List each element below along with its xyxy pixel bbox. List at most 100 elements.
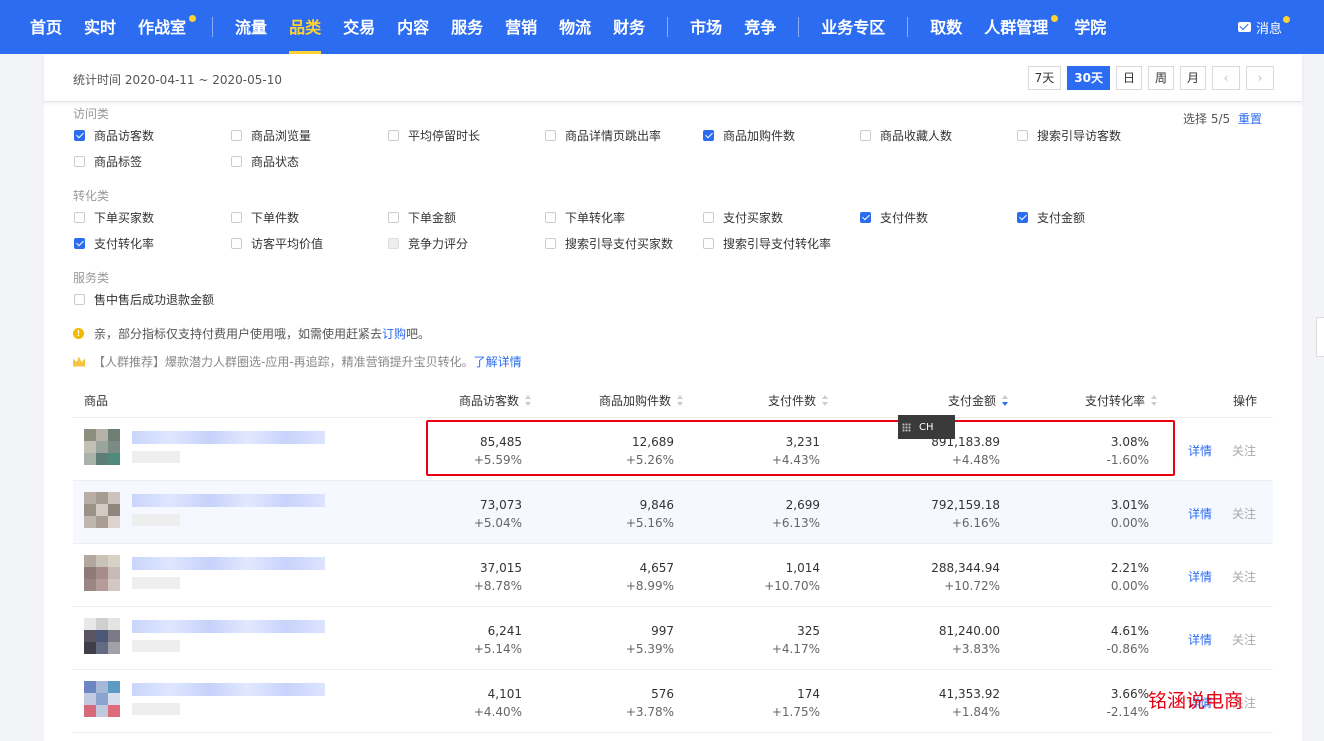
sort-icon[interactable] — [525, 395, 532, 406]
nav-item-label: 人群管理 — [984, 18, 1049, 37]
ime-indicator[interactable]: CH — [898, 415, 955, 439]
metric-checkbox[interactable]: 下单转化率 — [545, 209, 625, 226]
metric-checkbox[interactable]: 商品加购件数 — [703, 127, 795, 144]
date-btn-3[interactable]: 周 — [1147, 66, 1174, 90]
metric-checkbox[interactable]: 支付金额 — [1017, 209, 1085, 226]
metric-checkbox[interactable]: 访客平均价值 — [231, 235, 323, 252]
metric-checkbox[interactable]: 售中售后成功退款金额 — [74, 291, 214, 308]
metric-checkbox[interactable]: 搜索引导支付买家数 — [545, 235, 673, 252]
next-arrow-icon[interactable]: › — [1246, 66, 1274, 90]
metric-checkbox[interactable]: 商品访客数 — [74, 127, 154, 144]
metric-label: 商品状态 — [251, 155, 300, 169]
nav-item-1-5[interactable]: 营销 — [497, 0, 545, 54]
header-pay-items-label: 支付件数 — [768, 394, 817, 408]
date-btn-2[interactable]: 日 — [1115, 66, 1142, 90]
sort-icon[interactable] — [822, 395, 829, 406]
prev-arrow-icon[interactable]: ‹ — [1212, 66, 1240, 90]
metric-checkbox[interactable]: 下单件数 — [231, 209, 299, 226]
cell-pay-amount: 792,159.18 +6.16% — [931, 496, 1000, 532]
table-row: 73,073 +5.04% 9,846 +5.16% 2,699 +6.13% 792,15… — [73, 481, 1273, 544]
nav-item-1-7[interactable]: 财务 — [605, 0, 653, 54]
checkbox-icon — [74, 238, 85, 249]
header-pay-items[interactable]: 支付件数 — [768, 392, 829, 409]
cell-pay-amount: 288,344.94 +10.72% — [931, 559, 1000, 595]
date-btn-1[interactable]: 30天 — [1067, 66, 1110, 90]
detail-link[interactable]: 详情 — [1188, 568, 1212, 585]
product-title-blurred[interactable] — [132, 494, 325, 507]
checkbox-icon — [703, 130, 714, 141]
product-thumbnail[interactable] — [84, 618, 120, 654]
metric-checkbox[interactable]: 下单金额 — [388, 209, 456, 226]
follow-link[interactable]: 关注 — [1232, 631, 1256, 648]
metric-label: 平均停留时长 — [408, 129, 481, 143]
product-title-blurred[interactable] — [132, 683, 325, 696]
sort-icon[interactable] — [1151, 395, 1158, 406]
metric-checkbox[interactable]: 竞争力评分 — [388, 235, 468, 252]
metric-checkbox[interactable]: 商品收藏人数 — [860, 127, 952, 144]
product-thumbnail[interactable] — [84, 492, 120, 528]
metric-checkbox[interactable]: 商品状态 — [231, 153, 299, 170]
product-title-blurred[interactable] — [132, 557, 325, 570]
detail-link[interactable]: 详情 — [1188, 442, 1212, 459]
learn-more-link[interactable]: 了解详情 — [474, 353, 522, 370]
sort-icon[interactable] — [677, 395, 684, 406]
metric-checkbox[interactable]: 搜索引导支付转化率 — [703, 235, 831, 252]
nav-item-1-1[interactable]: 品类 — [281, 0, 329, 54]
notification-dot — [1051, 15, 1059, 22]
product-title-blurred[interactable] — [132, 620, 325, 633]
nav-item-0-0[interactable]: 首页 — [22, 0, 70, 54]
header-pay-rate[interactable]: 支付转化率 — [1085, 392, 1158, 409]
value: 325 — [797, 624, 820, 638]
header-pay-amount[interactable]: 支付金额 — [948, 392, 1009, 409]
nav-item-1-2[interactable]: 交易 — [335, 0, 383, 54]
follow-link[interactable]: 关注 — [1232, 568, 1256, 585]
product-title-blurred[interactable] — [132, 431, 325, 444]
group-title-2: 服务类 — [73, 271, 110, 285]
follow-link[interactable]: 关注 — [1232, 505, 1256, 522]
date-btn-4[interactable]: 月 — [1179, 66, 1206, 90]
follow-link[interactable]: 关注 — [1232, 442, 1256, 459]
metric-checkbox[interactable]: 支付件数 — [860, 209, 928, 226]
detail-link[interactable]: 详情 — [1188, 631, 1212, 648]
value: 73,073 — [480, 498, 522, 512]
header-cart[interactable]: 商品加购件数 — [599, 392, 684, 409]
side-tab[interactable] — [1316, 317, 1324, 357]
nav-item-0-2[interactable]: 作战室 — [130, 0, 198, 54]
checkbox-icon — [703, 212, 714, 223]
product-thumbnail[interactable] — [84, 681, 120, 717]
nav-item-4-1[interactable]: 人群管理 — [976, 0, 1060, 54]
detail-link[interactable]: 详情 — [1188, 505, 1212, 522]
order-link[interactable]: 订购 — [382, 325, 406, 342]
notification-dot — [189, 15, 197, 22]
metric-checkbox[interactable]: 下单买家数 — [74, 209, 154, 226]
nav-item-0-1[interactable]: 实时 — [76, 0, 124, 54]
nav-item-3-0[interactable]: 业务专区 — [813, 0, 893, 54]
metric-checkbox[interactable]: 搜索引导访客数 — [1017, 127, 1121, 144]
nav-item-1-6[interactable]: 物流 — [551, 0, 599, 54]
table-row: 6,241 +5.14% 997 +5.39% 325 +4.17% 81,240.00 +3… — [73, 607, 1273, 670]
nav-item-4-2[interactable]: 学院 — [1066, 0, 1114, 54]
header-visitors[interactable]: 商品访客数 — [459, 392, 532, 409]
metric-checkbox[interactable]: 支付买家数 — [703, 209, 783, 226]
metric-checkbox[interactable]: 商品详情页跳出率 — [545, 127, 661, 144]
cell-pay-amount: 41,353.92 +1.84% — [939, 685, 1000, 721]
messages-button[interactable]: 消息 — [1237, 0, 1290, 54]
metric-checkbox[interactable]: 平均停留时长 — [388, 127, 480, 144]
product-thumbnail[interactable] — [84, 429, 120, 465]
date-btn-0[interactable]: 7天 — [1027, 66, 1062, 90]
metric-checkbox[interactable]: 支付转化率 — [74, 235, 154, 252]
metric-checkbox[interactable]: 商品浏览量 — [231, 127, 311, 144]
product-thumbnail[interactable] — [84, 555, 120, 591]
reset-link[interactable]: 重置 — [1238, 112, 1262, 126]
sort-desc-icon[interactable] — [1002, 395, 1009, 406]
cell-cart: 4,657 +8.99% — [626, 559, 674, 595]
top-navigation: 首页 实时 作战室 流量 品类 交易 内容 服务 营销 物流 财务 市场 竞争 业务专区 取数 人群管理 学院 消… — [0, 0, 1324, 54]
nav-item-1-4[interactable]: 服务 — [443, 0, 491, 54]
nav-item-1-0[interactable]: 流量 — [227, 0, 275, 54]
nav-item-4-0[interactable]: 取数 — [922, 0, 970, 54]
nav-item-2-0[interactable]: 市场 — [682, 0, 730, 54]
metric-label: 商品详情页跳出率 — [565, 129, 662, 143]
nav-item-2-1[interactable]: 竞争 — [736, 0, 784, 54]
nav-item-1-3[interactable]: 内容 — [389, 0, 437, 54]
metric-checkbox[interactable]: 商品标签 — [74, 153, 142, 170]
